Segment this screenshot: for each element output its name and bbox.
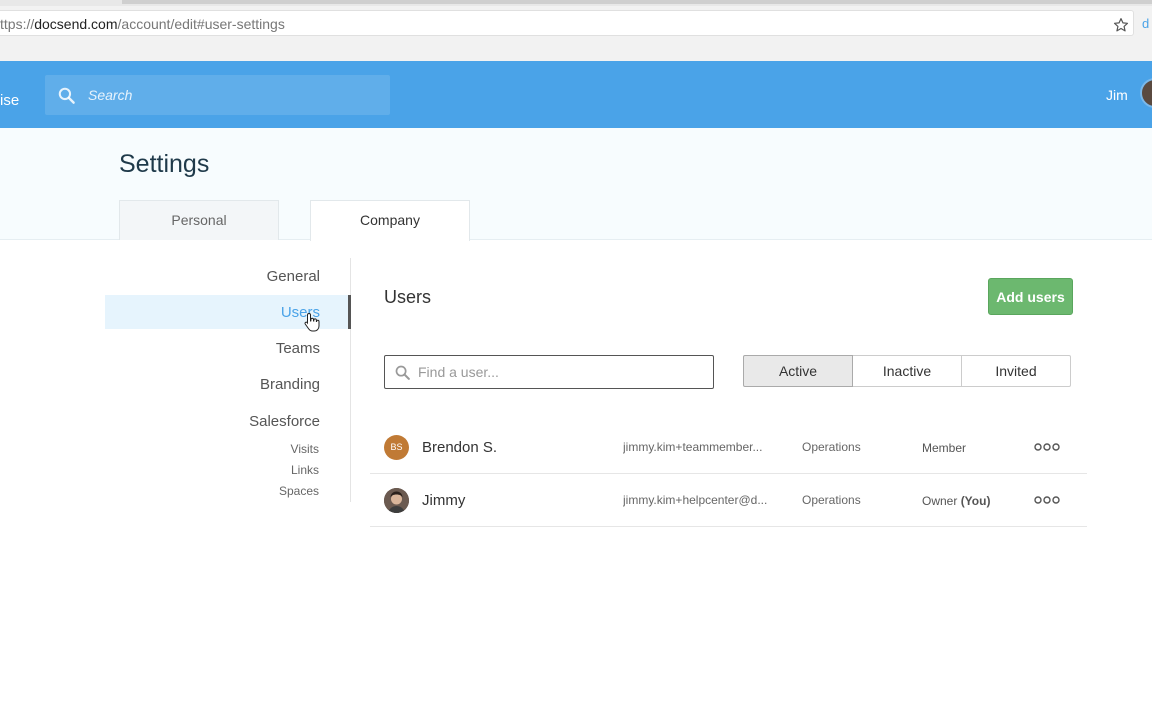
browser-tab[interactable]: [122, 0, 1152, 4]
global-search[interactable]: [45, 75, 390, 115]
user-row[interactable]: Jimmy jimmy.kim+helpcenter@d... Operatio…: [370, 474, 1087, 527]
user-avatar-photo: [384, 488, 409, 513]
tab-company[interactable]: Company: [310, 200, 470, 241]
settings-sidebar: General Users Teams Branding Salesforce …: [105, 258, 351, 502]
pointer-hand-icon: [304, 312, 320, 332]
sidebar-subitem-links[interactable]: Links: [291, 463, 319, 477]
sidebar-subitem-spaces[interactable]: Spaces: [279, 484, 319, 498]
user-role: Owner (You): [922, 494, 990, 508]
extension-icon[interactable]: d: [1142, 16, 1149, 31]
search-icon: [58, 87, 75, 104]
users-section-title: Users: [384, 287, 432, 307]
filter-invited-button[interactable]: Invited: [961, 355, 1071, 387]
user-avatar: BS: [384, 435, 409, 460]
person-photo-icon: [384, 488, 409, 513]
settings-header: Settings Personal Company: [0, 128, 1152, 241]
url-host: docsend.com: [34, 16, 118, 32]
user-role-label: Owner: [922, 494, 958, 508]
more-options-icon[interactable]: [1034, 442, 1060, 452]
user-name[interactable]: Jimmy: [422, 492, 465, 509]
user-row[interactable]: BS Brendon S. jimmy.kim+teammember... Op…: [370, 421, 1087, 474]
brand-label[interactable]: ise: [0, 92, 19, 109]
sidebar-subitem-visits[interactable]: Visits: [291, 442, 319, 456]
account-avatar[interactable]: [1140, 78, 1152, 108]
filter-active-button[interactable]: Active: [743, 355, 853, 387]
url-text: ttps://docsend.com/account/edit#user-set…: [0, 16, 285, 32]
user-name[interactable]: Brendon S.: [422, 439, 497, 456]
user-email: jimmy.kim+helpcenter@d...: [623, 493, 768, 507]
bookmark-star-icon[interactable]: [1113, 17, 1129, 33]
more-options-icon[interactable]: [1034, 495, 1060, 505]
tab-personal[interactable]: Personal: [119, 200, 279, 240]
find-user-search[interactable]: [384, 355, 714, 389]
browser-address-bar: ttps://docsend.com/account/edit#user-set…: [0, 6, 1152, 61]
search-input[interactable]: [88, 75, 378, 115]
sidebar-item-general[interactable]: General: [267, 268, 320, 285]
user-role-you: (You): [960, 494, 991, 508]
user-role: Member: [922, 441, 966, 455]
sidebar-item-branding[interactable]: Branding: [260, 376, 320, 393]
find-user-input[interactable]: [418, 356, 708, 388]
page-title: Settings: [119, 150, 210, 178]
app-header: ise Jim: [0, 61, 1152, 128]
add-users-button[interactable]: Add users: [988, 278, 1073, 315]
search-icon: [395, 365, 410, 380]
user-team: Operations: [802, 493, 861, 507]
sidebar-item-salesforce[interactable]: Salesforce: [249, 413, 320, 430]
url-field[interactable]: ttps://docsend.com/account/edit#user-set…: [0, 10, 1134, 36]
url-scheme: ttps://: [0, 16, 35, 32]
user-team: Operations: [802, 440, 861, 454]
account-name[interactable]: Jim: [1106, 87, 1128, 103]
user-email: jimmy.kim+teammember...: [623, 440, 763, 454]
filter-inactive-button[interactable]: Inactive: [852, 355, 962, 387]
sidebar-item-teams[interactable]: Teams: [276, 340, 320, 357]
user-status-filter: Active Inactive Invited: [743, 355, 1073, 387]
url-path: /account/edit#user-settings: [117, 16, 285, 32]
user-role-label: Member: [922, 441, 967, 455]
